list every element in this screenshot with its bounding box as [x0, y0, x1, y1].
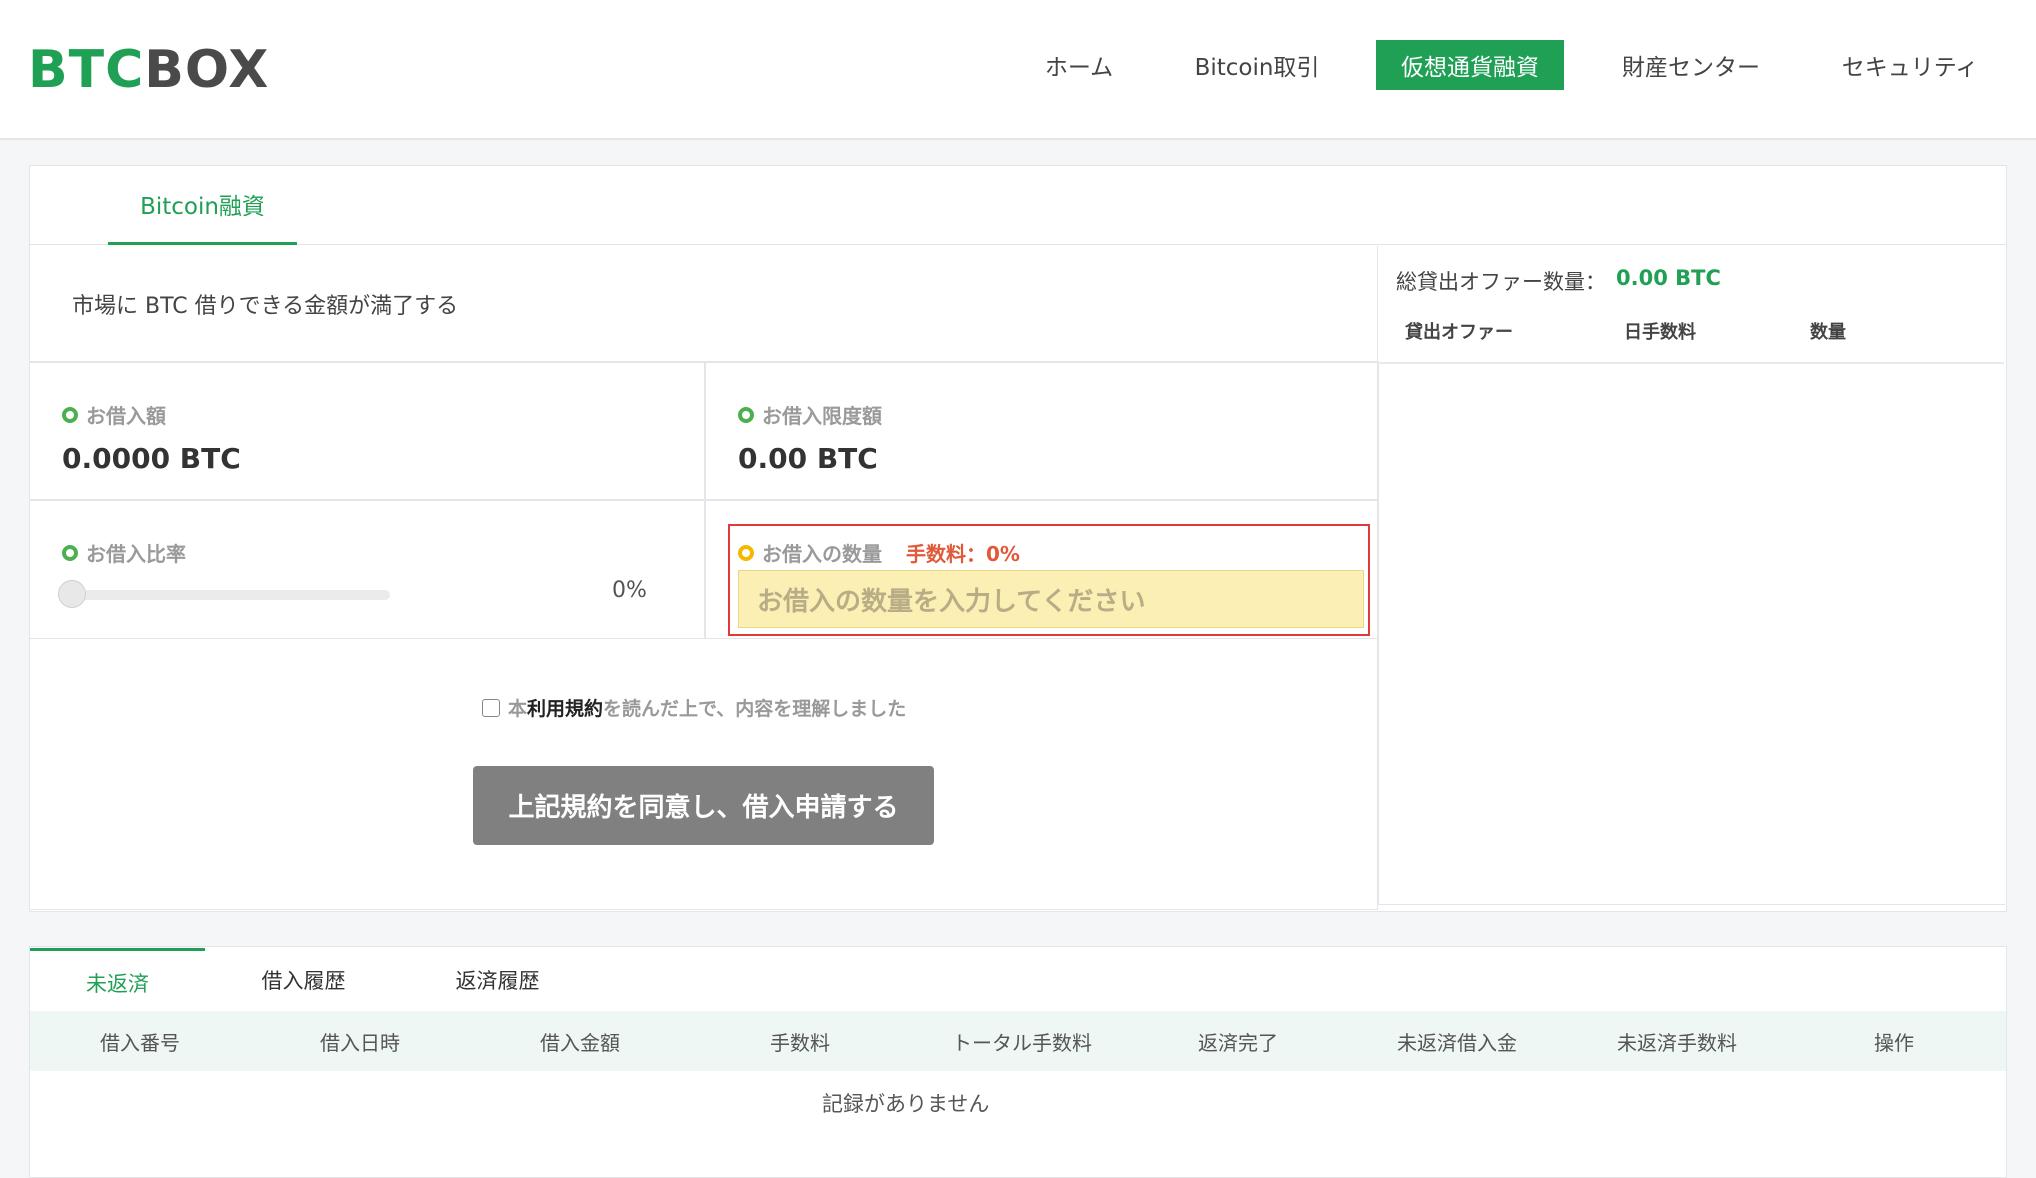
nav-home[interactable]: ホーム: [1024, 40, 1134, 90]
loan-tabbar: Bitcoin融資: [30, 166, 2006, 245]
tab-repay-history[interactable]: 返済履歴: [410, 948, 585, 1011]
status-dot-icon: [738, 544, 754, 561]
borrow-limit-label: お借入限度額: [738, 400, 882, 429]
col-quantity: 数量: [1810, 322, 1846, 343]
borrow-ratio-box: [30, 500, 705, 639]
ratio-percent: 0%: [612, 578, 647, 603]
tab-borrow-history[interactable]: 借入履歴: [216, 948, 391, 1011]
agreement-prefix: 本: [508, 698, 528, 720]
th-actions: 操作: [1874, 1030, 1914, 1055]
th-borrow-date: 借入日時: [320, 1030, 400, 1055]
ratio-slider-track[interactable]: [60, 590, 390, 600]
th-borrow-amount: 借入金額: [540, 1030, 620, 1055]
total-offer-value: 0.00 BTC: [1616, 266, 1721, 290]
status-dot-icon: [738, 406, 754, 423]
borrow-amount-box: [30, 362, 705, 500]
borrow-amount-value: 0.0000 BTC: [62, 442, 241, 475]
borrow-ratio-label: お借入比率: [62, 538, 186, 567]
th-repaid: 返済完了: [1198, 1030, 1278, 1055]
nav-security[interactable]: セキュリティ: [1830, 40, 1990, 90]
agreement-checkbox[interactable]: [482, 698, 500, 717]
agreement-row: 本利用規約 を読んだ上で、内容を理解しました: [482, 694, 906, 721]
borrow-limit-box: [705, 362, 1378, 500]
th-unpaid-principal: 未返済借入金: [1397, 1030, 1517, 1055]
tab-unpaid[interactable]: 未返済: [30, 948, 205, 1014]
col-offer: 貸出オファー: [1405, 322, 1513, 343]
th-borrow-no: 借入番号: [100, 1030, 180, 1055]
total-offer: 総貸出オファー数量： 0.00 BTC: [1396, 266, 1721, 296]
borrow-qty-input[interactable]: お借入の数量を入力してください: [738, 570, 1364, 628]
market-note-box: 市場に BTC 借りできる金額が満了する: [30, 246, 1378, 362]
borrow-qty-label: お借入の数量 手数料：0%: [738, 538, 1020, 567]
agreement-suffix: を読んだ上で、内容を理解しました: [603, 698, 907, 720]
table-header: 借入番号 借入日時 借入金額 手数料 トータル手数料 返済完了 未返済借入金 未…: [30, 1011, 2006, 1071]
market-note: 市場に BTC 借りできる金額が満了する: [72, 294, 459, 319]
offer-sidebar-header: [1378, 246, 2004, 364]
col-daily-fee: 日手数料: [1624, 322, 1696, 343]
header: BTCBOX ホーム Bitcoin取引 仮想通貨融資 財産センター セキュリテ…: [0, 0, 2036, 140]
empty-state: 記録がありません: [822, 1092, 990, 1116]
total-offer-label: 総貸出オファー数量：: [1396, 270, 1606, 294]
ratio-slider-handle[interactable]: [58, 580, 86, 608]
nav-asset-center[interactable]: 財産センター: [1604, 40, 1778, 90]
status-dot-icon: [62, 544, 78, 561]
logo[interactable]: BTCBOX: [28, 40, 269, 100]
fee-label: 手数料：0%: [906, 542, 1020, 566]
nav-crypto-loan[interactable]: 仮想通貨融資: [1376, 40, 1564, 90]
borrow-limit-value: 0.00 BTC: [738, 442, 878, 475]
th-total-fee: トータル手数料: [952, 1030, 1092, 1055]
submit-button[interactable]: 上記規約を同意し、借入申請する: [473, 766, 934, 845]
th-fee: 手数料: [770, 1030, 830, 1055]
tab-bitcoin-loan[interactable]: Bitcoin融資: [108, 166, 297, 245]
status-dot-icon: [62, 406, 78, 423]
th-unpaid-fee: 未返済手数料: [1617, 1030, 1737, 1055]
nav-bitcoin-trade[interactable]: Bitcoin取引: [1180, 40, 1334, 90]
terms-link[interactable]: 利用規約: [527, 694, 603, 721]
borrow-amount-label: お借入額: [62, 400, 166, 429]
